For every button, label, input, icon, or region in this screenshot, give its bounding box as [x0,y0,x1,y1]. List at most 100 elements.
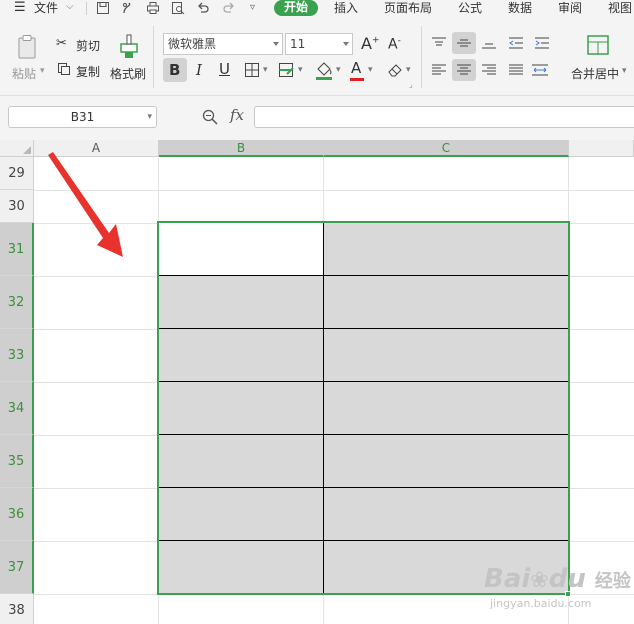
justify-icon[interactable] [508,63,524,77]
cell-b33[interactable] [159,329,324,382]
output-pdf-icon[interactable] [121,1,135,15]
cell-b31[interactable] [159,223,324,276]
font-name-select[interactable]: 微软雅黑 [163,33,283,55]
insert-function-button[interactable]: fx [230,106,244,124]
cut-button[interactable]: 剪切 [76,37,100,54]
align-left-icon[interactable] [431,63,447,77]
font-size-value: 11 [290,37,306,51]
chevron-down-icon[interactable]: ▾ [406,65,411,75]
watermark-brand: Bai [484,564,531,594]
ribbon-home: 粘贴 ▾ ✂ 剪切 复制 格式刷 微软雅黑 11 A+ A- B I U ▾ ▾… [0,18,634,96]
row-header-29[interactable]: 29 [0,157,34,190]
cell-b34[interactable] [159,382,324,435]
row-header-33[interactable]: 33 [0,329,34,382]
tab-insert[interactable]: 插入 [334,0,358,18]
print-icon[interactable] [146,1,160,15]
tab-view[interactable]: 视图 [608,0,632,18]
row-header-31[interactable]: 31 [0,223,34,276]
cell-b32[interactable] [159,276,324,329]
chevron-down-icon[interactable]: ▾ [336,65,341,75]
distributed-align-icon[interactable] [531,63,549,77]
tab-data[interactable]: 数据 [508,0,532,18]
file-menu[interactable]: ☰ 文件 ⌵ [14,0,74,18]
font-color-glyph: A [351,59,362,77]
cell-c35[interactable] [324,435,569,488]
row-header-35[interactable]: 35 [0,435,34,488]
increase-indent-icon[interactable] [534,36,550,50]
tab-page-layout[interactable]: 页面布局 [384,0,432,18]
column-header-c[interactable]: C [324,140,569,157]
row-header-38[interactable]: 38 [0,594,34,624]
watermark-cn: 经验 [594,571,631,592]
fill-color-icon[interactable] [314,60,334,80]
cell-c31[interactable] [324,223,569,276]
paste-dropdown-icon[interactable]: ▾ [40,66,45,76]
cell-c32[interactable] [324,276,569,329]
redo-icon[interactable] [222,1,236,15]
align-top-icon[interactable] [431,36,447,50]
save-icon[interactable] [96,1,110,15]
undo-icon[interactable] [196,1,210,15]
cell-c33[interactable] [324,329,569,382]
font-size-select[interactable]: 11 [285,33,353,55]
row-header-37[interactable]: 37 [0,541,34,594]
row-header-30[interactable]: 30 [0,190,34,223]
decrease-indent-icon[interactable] [508,36,524,50]
decrease-font-size-button[interactable]: A- [388,36,401,53]
align-bottom-icon[interactable] [481,36,497,50]
ribbon-divider [421,26,422,88]
italic-button[interactable]: I [196,61,202,79]
cell-c34[interactable] [324,382,569,435]
align-center-icon[interactable] [456,63,472,77]
paste-icon[interactable] [16,34,40,60]
file-menu-label: 文件 [34,1,59,15]
font-color-button[interactable]: A [351,59,361,77]
print-preview-icon[interactable] [171,1,185,15]
copy-button[interactable]: 复制 [76,63,100,80]
ribbon-divider [153,26,154,88]
select-all-triangle-icon [23,146,31,154]
merge-center-button[interactable]: 合并居中 [571,65,619,82]
font-name-value: 微软雅黑 [168,37,217,51]
cell-b36[interactable] [159,488,324,541]
hamburger-icon: ☰ [14,0,26,15]
copy-icon [58,63,70,75]
row-header-34[interactable]: 34 [0,382,34,435]
zoom-search-icon[interactable] [202,109,218,125]
chevron-down-icon[interactable]: ▾ [263,65,268,75]
increase-font-size-button[interactable]: A+ [361,34,380,53]
chevron-down-icon[interactable]: ▾ [368,65,373,75]
format-painter-icon[interactable] [118,32,140,62]
align-right-icon[interactable] [481,63,497,77]
tab-home[interactable]: 开始 [274,0,318,16]
column-header-d[interactable] [569,140,634,157]
chevron-down-icon[interactable]: ▾ [622,66,627,76]
row-header-36[interactable]: 36 [0,488,34,541]
gridline [34,594,634,595]
bold-button[interactable]: B [169,61,180,79]
customize-quick-access-icon[interactable]: ▿ [250,0,255,18]
tab-formulas[interactable]: 公式 [458,0,482,18]
row-header-32[interactable]: 32 [0,276,34,329]
tab-review[interactable]: 审阅 [558,0,582,18]
eraser-icon[interactable] [386,61,404,79]
paste-button-label[interactable]: 粘贴 [12,65,36,82]
cell-b37[interactable] [159,541,324,594]
chevron-down-icon[interactable]: ▾ [147,107,152,127]
underline-button[interactable]: U [219,60,230,78]
increase-font-size-glyph: A [361,34,372,53]
menu-divider [86,2,87,15]
align-middle-icon[interactable] [456,36,472,50]
column-header-b[interactable]: B [159,140,324,157]
formula-input[interactable] [254,106,634,128]
select-all-corner[interactable] [0,140,34,157]
font-dialog-launcher-icon[interactable]: ⌟ [409,80,413,89]
cell-b35[interactable] [159,435,324,488]
name-box[interactable]: B31 ▾ [8,106,157,128]
borders-icon[interactable] [244,62,260,78]
format-painter-button[interactable]: 格式刷 [110,65,146,82]
cell-format-icon[interactable] [278,62,296,78]
cell-c36[interactable] [324,488,569,541]
merge-center-icon[interactable] [586,34,610,56]
chevron-down-icon[interactable]: ▾ [298,65,303,75]
